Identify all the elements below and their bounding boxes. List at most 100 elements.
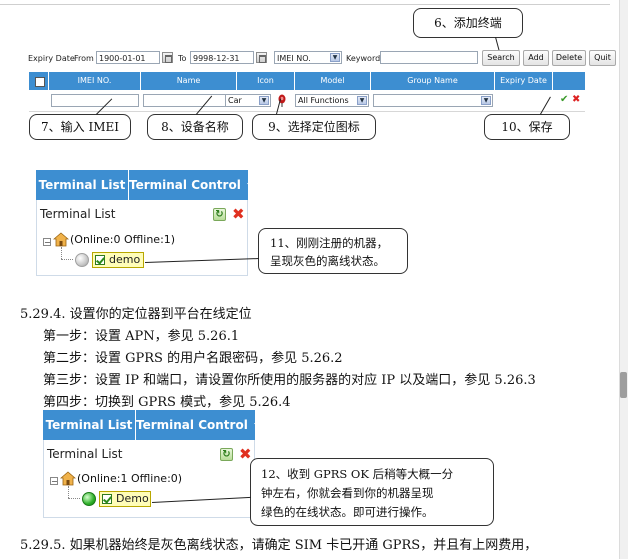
callout-save-text: 10、保存 xyxy=(501,120,553,134)
from-date-input[interactable]: 1900-01-01 xyxy=(96,51,160,64)
select-all-cell xyxy=(29,72,49,90)
tab-terminal-control[interactable]: Terminal Control xyxy=(129,170,255,200)
callout-online-line3: 绿色的在线状态。即可进行操作。 xyxy=(261,505,434,519)
device-item[interactable]: Demo xyxy=(99,491,151,507)
offline-status-icon xyxy=(75,253,89,267)
table-row: Car ▼ All Functions ▼ ▼ ✔ ✖ xyxy=(29,91,585,112)
expiry-label: Expiry Date xyxy=(28,54,75,63)
icon-select-value: Car xyxy=(228,96,242,105)
group-status[interactable]: (Online:1 Offline:0) xyxy=(77,472,182,485)
doc-footer-line: 5.29.5. 如果机器始终是灰色离线状态，请确定 SIM 卡已开通 GPRS，… xyxy=(20,538,538,553)
terminal-list-panel: Terminal List ↻ ✖ − (Online:1 Offline:0)… xyxy=(43,440,255,518)
terminal-list-panel: Terminal List ↻ ✖ − (Online:0 Offline:1)… xyxy=(36,200,248,276)
tree-line xyxy=(68,486,69,498)
tab-terminal-control-label: Terminal Control xyxy=(136,418,248,432)
doc-step-2: 第二步：设置 GPRS 的用户名跟密码，参见 5.26.2 xyxy=(43,351,343,366)
callout-tail xyxy=(495,37,500,51)
group-status[interactable]: (Online:0 Offline:1) xyxy=(70,233,175,246)
model-select[interactable]: All Functions ▼ xyxy=(295,94,369,107)
icon-select[interactable]: Car ▼ xyxy=(225,94,271,107)
callout-offline-line1: 11、刚刚注册的机器， xyxy=(270,236,389,250)
to-label: To xyxy=(178,54,187,63)
callout-online: 12、收到 GPRS OK 后稍等大概一分 钟左右，你就会看到你的机器呈现 绿色… xyxy=(250,458,494,526)
device-item[interactable]: demo xyxy=(92,252,144,268)
doc-step-3: 第三步：设置 IP 和端口，请设置你所使用的服务器的对应 IP 以及端口，参见 … xyxy=(43,373,536,388)
callout-add-terminal: 6、添加终端 xyxy=(413,8,523,38)
col-name: Name xyxy=(141,72,237,90)
keyword-input[interactable] xyxy=(380,51,478,64)
callout-name-text: 8、设备名称 xyxy=(161,120,229,134)
tab-terminal-list[interactable]: Terminal List xyxy=(36,170,128,200)
to-date-input[interactable]: 9998-12-31 xyxy=(190,51,254,64)
chevron-down-icon: ▼ xyxy=(481,96,491,105)
save-check-icon[interactable]: ✔ xyxy=(560,94,568,105)
keyword-label: Keyword: xyxy=(346,54,383,63)
terminal-tabs: Terminal List Terminal Control xyxy=(36,170,255,200)
callout-device-name: 8、设备名称 xyxy=(147,114,243,140)
refresh-icon[interactable]: ↻ xyxy=(213,208,226,221)
tab-terminal-control[interactable]: Terminal Control xyxy=(136,410,262,440)
online-status-icon xyxy=(82,492,96,506)
col-group-name: Group Name xyxy=(371,72,495,90)
filter-bar: Expiry Date From 1900-01-01 To 9998-12-3… xyxy=(28,50,616,68)
scrollbar-thumb[interactable] xyxy=(620,372,627,398)
chevron-down-icon: ▼ xyxy=(357,96,367,105)
add-button[interactable]: Add xyxy=(523,50,549,66)
tree-collapse-icon[interactable]: − xyxy=(50,477,58,486)
tab-terminal-list[interactable]: Terminal List xyxy=(43,410,135,440)
home-icon xyxy=(53,232,69,247)
field-select-value: IMEI NO. xyxy=(277,54,311,63)
chevron-down-icon xyxy=(246,183,255,188)
field-select[interactable]: IMEI NO. ▼ xyxy=(274,51,342,64)
close-icon[interactable]: ✖ xyxy=(232,207,245,222)
doc-step-1: 第一步：设置 APN，参见 5.26.1 xyxy=(43,329,240,344)
tree-line xyxy=(68,498,80,499)
device-checkbox[interactable] xyxy=(95,255,105,265)
cancel-x-icon[interactable]: ✖ xyxy=(572,94,580,105)
tree-collapse-icon[interactable]: − xyxy=(43,238,51,247)
callout-add-text: 6、添加终端 xyxy=(434,16,502,30)
col-expiry-date: Expiry Date xyxy=(495,72,553,90)
select-all-checkbox[interactable] xyxy=(35,77,45,87)
chevron-down-icon: ▼ xyxy=(259,96,269,105)
device-checkbox[interactable] xyxy=(102,494,112,504)
callout-imei: 7、输入 IMEI xyxy=(29,114,131,140)
delete-button[interactable]: Delete xyxy=(552,50,586,66)
panel-title: Terminal List xyxy=(40,207,116,221)
tree-line xyxy=(61,259,73,260)
vertical-scrollbar[interactable] xyxy=(619,0,628,559)
terminal-table-header: IMEI NO. Name Icon Model Group Name Expi… xyxy=(29,72,585,90)
group-select[interactable]: ▼ xyxy=(373,94,493,107)
doc-step-4: 第四步：切换到 GPRS 模式，参见 5.26.4 xyxy=(43,395,291,410)
imei-input[interactable] xyxy=(51,94,139,107)
tab-terminal-control-label: Terminal Control xyxy=(129,178,241,192)
home-icon xyxy=(60,471,76,486)
col-model: Model xyxy=(295,72,371,90)
from-label: From xyxy=(74,54,94,63)
section-heading: 5.29.4. 设置你的定位器到平台在线定位 xyxy=(20,307,252,322)
callout-save: 10、保存 xyxy=(484,114,570,140)
callout-icon-text: 9、选择定位图标 xyxy=(268,120,360,134)
callout-online-line1: 12、收到 GPRS OK 后稍等大概一分 xyxy=(261,467,454,481)
tree-line xyxy=(61,247,62,259)
search-button[interactable]: Search xyxy=(482,50,520,66)
callout-offline-line2: 呈现灰色的离线状态。 xyxy=(270,254,385,268)
chevron-down-icon: ▼ xyxy=(330,53,340,62)
panel-title: Terminal List xyxy=(47,447,123,461)
close-icon[interactable]: ✖ xyxy=(239,447,252,462)
name-input[interactable] xyxy=(143,94,235,107)
device-name: demo xyxy=(109,253,141,266)
callout-imei-text: 7、输入 IMEI xyxy=(41,120,119,134)
quit-button[interactable]: Quit xyxy=(589,50,616,66)
col-actions xyxy=(553,72,585,90)
model-select-value: All Functions xyxy=(298,96,349,105)
callout-offline: 11、刚刚注册的机器， 呈现灰色的离线状态。 xyxy=(258,228,408,274)
col-icon: Icon xyxy=(237,72,295,90)
chevron-down-icon xyxy=(253,423,262,428)
calendar-icon[interactable] xyxy=(162,52,173,63)
calendar-icon[interactable] xyxy=(256,52,267,63)
callout-online-line2: 钟左右，你就会看到你的机器呈现 xyxy=(261,486,434,500)
device-name: Demo xyxy=(116,492,149,505)
terminal-tabs: Terminal List Terminal Control xyxy=(43,410,262,440)
refresh-icon[interactable]: ↻ xyxy=(220,448,233,461)
